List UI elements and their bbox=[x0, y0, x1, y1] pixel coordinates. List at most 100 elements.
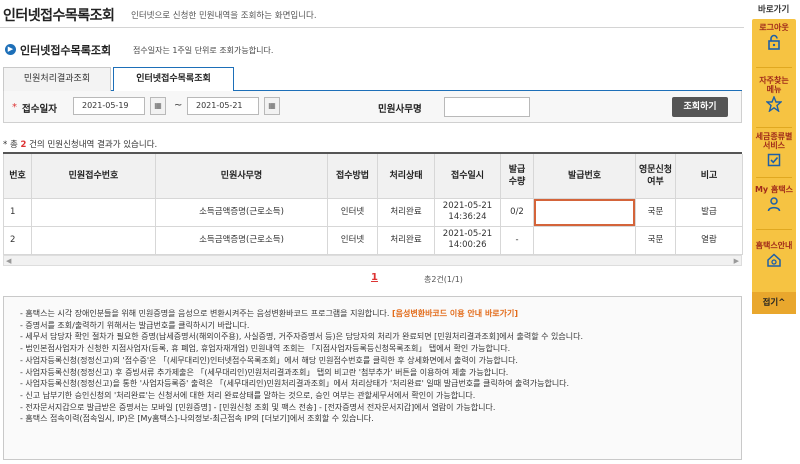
tab-bar: 민원처리결과조회 인터넷접수목록조회 bbox=[3, 67, 742, 92]
notice-line: - 사업자등록신청(정정신고)의 '접수증'은 「(세무대리인)인터넷접수목록조… bbox=[20, 355, 518, 365]
scroll-right-icon[interactable]: ▶ bbox=[734, 256, 739, 266]
calendar-icon[interactable]: ▦ bbox=[150, 97, 166, 115]
scroll-left-icon[interactable]: ◀ bbox=[6, 256, 11, 266]
result-count-number: 2 bbox=[20, 140, 27, 150]
date-from-input[interactable]: 2021-05-19 bbox=[73, 97, 145, 115]
notice-box: - 홈택스는 시각 장애인분들을 위해 민원증명을 음성으로 변환시켜주는 음성… bbox=[3, 296, 742, 460]
notice-line: - 홈택스 접속이력(접속일시, IP)은 [My홈택스]-나의정보-최근접속 … bbox=[20, 414, 374, 424]
title-divider bbox=[0, 27, 744, 28]
column-header: 접수방법 bbox=[327, 154, 378, 199]
quick-menu-tax-services[interactable]: 세금종류별 서비스 bbox=[752, 132, 796, 171]
star-icon bbox=[765, 95, 783, 113]
result-count-suffix: 건의 민원신청내역 결과가 있습니다. bbox=[29, 140, 158, 150]
tab-internet-receipt-list[interactable]: 인터넷접수목록조회 bbox=[113, 67, 234, 92]
cell-note: 열람 bbox=[675, 225, 743, 255]
receipt-table: 번호 민원접수번호 민원사무명 접수방법 처리상태 접수일시 발급 수량 발급번… bbox=[3, 152, 743, 266]
cell-datetime: 2021-05-21 14:36:24 bbox=[434, 197, 501, 227]
cell-time: 14:00:26 bbox=[448, 240, 487, 250]
section-note: 접수일자는 1주일 단위로 조회가능합니다. bbox=[133, 46, 274, 55]
quick-menu-label: My 홈택스 bbox=[754, 185, 794, 194]
quick-menu-my-hometax[interactable]: My 홈택스 bbox=[752, 185, 796, 215]
column-header: 접수일시 bbox=[434, 154, 501, 199]
section-title: 인터넷접수목록조회 bbox=[20, 44, 112, 57]
cell-english: 국문 bbox=[635, 225, 676, 255]
column-header: 민원접수번호 bbox=[31, 154, 156, 199]
cell-receipt-no[interactable] bbox=[31, 197, 156, 227]
quick-menu-title: 바로가기 bbox=[758, 5, 790, 15]
cell-time: 14:36:24 bbox=[448, 212, 487, 222]
office-name-input[interactable] bbox=[444, 97, 530, 117]
cell-datetime: 2021-05-21 14:00:26 bbox=[434, 225, 501, 255]
voice-barcode-guide-link[interactable]: [음성변환바코드 이용 안내 바로가기] bbox=[392, 309, 518, 318]
date-to-input[interactable]: 2021-05-21 bbox=[187, 97, 259, 115]
notice-line: - 증명서를 조회/출력하기 위해서는 발급번호를 클릭하시기 바랍니다. bbox=[20, 320, 250, 330]
calendar-icon[interactable]: ▦ bbox=[264, 97, 280, 115]
cell-issue-no[interactable] bbox=[533, 197, 636, 227]
cell-method: 인터넷 bbox=[327, 197, 378, 227]
quick-menu-divider bbox=[756, 127, 792, 128]
cell-no: 2 bbox=[3, 225, 32, 255]
quick-menu-divider bbox=[756, 67, 792, 68]
cell-receipt-no[interactable] bbox=[31, 225, 156, 255]
cell-note: 발급 bbox=[675, 197, 743, 227]
column-header: 민원사무명 bbox=[155, 154, 328, 199]
table-row: 2 소득금액증명(근로소득) 인터넷 처리완료 2021-05-21 14:00… bbox=[3, 225, 743, 255]
person-icon bbox=[767, 197, 781, 212]
result-count-prefix: 총 bbox=[9, 140, 18, 150]
table-row: 1 소득금액증명(근로소득) 인터넷 처리완료 2021-05-21 14:36… bbox=[3, 197, 743, 227]
home-info-icon bbox=[767, 253, 781, 267]
bullet-mark: * bbox=[3, 140, 10, 150]
date-range-separator: ~ bbox=[174, 100, 183, 111]
quick-menu-favorites[interactable]: 자주찾는 메뉴 bbox=[752, 76, 796, 115]
notice-line: - 세무서 담당자 확인 절차가 필요한 증명(납세증명서(해외이주용), 사실… bbox=[20, 332, 584, 342]
column-header: 발급 수량 bbox=[500, 154, 534, 199]
quick-menu-label: 홈택스안내 bbox=[755, 241, 793, 250]
notice-line: - 법인본점사업자가 신청한 지점사업자(등록, 휴 폐업, 휴업자재개업) 민… bbox=[20, 344, 511, 354]
cell-status: 처리완료 bbox=[377, 197, 435, 227]
column-header: 발급번호 bbox=[533, 154, 636, 199]
quick-menu-label: 로그아웃 bbox=[759, 23, 789, 32]
pager-total: 총2건(1/1) bbox=[424, 275, 463, 284]
date-label: 접수일자 bbox=[22, 104, 57, 115]
notice-line: - 전자문서지갑으로 발급받은 증명서는 모바일 [민원증명] - [민원신청 … bbox=[20, 402, 496, 412]
result-count: * 총 2 건의 민원신청내역 결과가 있습니다. bbox=[3, 138, 157, 150]
office-name-label: 민원사무명 bbox=[378, 104, 422, 115]
section-bullet-icon: ▶ bbox=[5, 44, 16, 55]
quick-menu-label: 세금종류별 서비스 bbox=[755, 132, 793, 150]
notice-line: - 신고 납부기한 승인신청의 '처리완료'는 신청서에 대한 처리 완료상태를… bbox=[20, 390, 476, 400]
notice-line: - 사업자등록신청(정정신고) 후 증빙서류 추가제출은 「(세무대리인)민원처… bbox=[20, 367, 509, 377]
column-header: 처리상태 bbox=[377, 154, 435, 199]
quick-menu-label: 자주찾는 메뉴 bbox=[759, 76, 789, 94]
table-header-row: 번호 민원접수번호 민원사무명 접수방법 처리상태 접수일시 발급 수량 발급번… bbox=[3, 154, 743, 199]
pager-current-page[interactable]: 1 bbox=[371, 272, 378, 283]
logout-lock-icon bbox=[768, 34, 780, 50]
search-button[interactable]: 조회하기 bbox=[672, 97, 728, 117]
quick-menu-hometax-guide[interactable]: 홈택스안내 bbox=[752, 241, 796, 271]
cell-issue-no[interactable] bbox=[533, 225, 636, 255]
notice-line: - 사업자등록신청(정정신고)을 통한 '사업자등록증' 출력은 「(세무대리인… bbox=[20, 379, 570, 389]
checkbox-icon bbox=[767, 153, 781, 167]
cell-english: 국문 bbox=[635, 197, 676, 227]
quick-menu-fold-button[interactable]: 접기^ bbox=[752, 292, 796, 314]
quick-menu-logout[interactable]: 로그아웃 bbox=[752, 23, 796, 53]
column-header: 비고 bbox=[675, 154, 743, 199]
column-header: 번호 bbox=[3, 154, 32, 199]
tab-result-inquiry[interactable]: 민원처리결과조회 bbox=[3, 67, 111, 91]
search-panel: * 접수일자 2021-05-19 ▦ ~ 2021-05-21 ▦ 민원사무명… bbox=[3, 91, 742, 123]
cell-office-name: 소득금액증명(근로소득) bbox=[155, 197, 328, 227]
notice-line: - 홈택스는 시각 장애인분들을 위해 민원증명을 음성으로 변환시켜주는 음성… bbox=[20, 308, 741, 320]
column-header: 영문신청 여부 bbox=[635, 154, 676, 199]
cell-method: 인터넷 bbox=[327, 225, 378, 255]
cell-status: 처리완료 bbox=[377, 225, 435, 255]
page-title: 인터넷접수목록조회 bbox=[3, 8, 115, 24]
required-mark: * bbox=[12, 102, 17, 113]
quick-menu-divider bbox=[756, 229, 792, 230]
quick-menu-divider bbox=[756, 177, 792, 178]
horizontal-scrollbar[interactable]: ◀ ▶ bbox=[3, 254, 742, 266]
cell-quantity: 0/2 bbox=[500, 197, 534, 227]
quick-menu: 로그아웃 자주찾는 메뉴 세금종류별 서비스 My 홈택스 홈택스안내 접기^ bbox=[752, 19, 796, 314]
cell-no: 1 bbox=[3, 197, 32, 227]
cell-quantity: - bbox=[500, 225, 534, 255]
cell-date: 2021-05-21 bbox=[442, 229, 493, 239]
cell-date: 2021-05-21 bbox=[442, 201, 493, 211]
